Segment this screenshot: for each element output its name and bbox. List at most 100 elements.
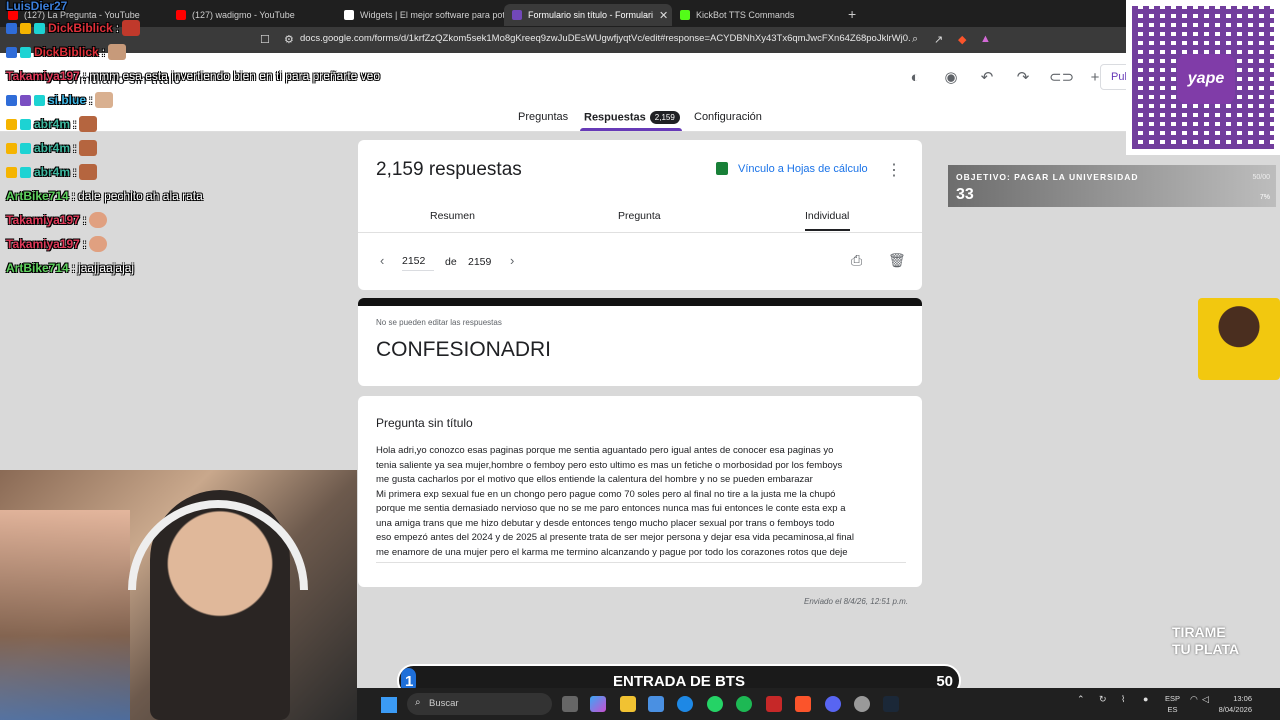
undo-icon[interactable]: ↶	[977, 68, 997, 88]
headset	[128, 500, 308, 590]
chat-message: DickBiblick:	[6, 42, 127, 62]
pager-of-label: de	[445, 256, 457, 268]
subtab-resumen[interactable]: Resumen	[430, 210, 475, 222]
badge-icon	[6, 22, 17, 34]
spotify-icon[interactable]	[736, 696, 752, 712]
response-header-card: No se pueden editar las respuestas CONFE…	[358, 298, 922, 386]
chat-message: abr4m:	[6, 138, 98, 158]
brave-icon[interactable]	[795, 696, 811, 712]
rewards-icon[interactable]: ▲	[980, 33, 991, 45]
task-view-icon[interactable]	[562, 696, 578, 712]
answer-text: Hola adri,yo conozco esas paginas porque…	[376, 444, 906, 563]
donation-callout: TIRAME TU PLATA	[1172, 624, 1240, 657]
copilot-icon[interactable]	[590, 696, 606, 712]
tab-configuracion[interactable]: Configuración	[694, 111, 762, 123]
emote-icon	[79, 116, 98, 132]
chat-message: LuisDier27	[6, 0, 68, 13]
browser-tab[interactable]: (127) wadigmo - YouTube	[168, 4, 336, 26]
response-view-tabs: Resumen Pregunta Individual	[358, 208, 922, 232]
store-icon[interactable]	[648, 696, 664, 712]
print-icon[interactable]: ⎙	[851, 252, 862, 269]
volume-icon[interactable]: ◁	[1202, 694, 1209, 705]
not-editable-notice: No se pueden editar las respuestas	[376, 318, 502, 327]
chevron-left-icon[interactable]: ‹	[380, 253, 384, 268]
language-indicator[interactable]: ESP ES	[1165, 693, 1180, 715]
share-icon[interactable]: ↗	[934, 33, 943, 46]
tab-respuestas[interactable]: Respuestas 2,159	[584, 111, 680, 124]
edge-icon[interactable]	[677, 696, 693, 712]
site-info-icon[interactable]: ⚙	[284, 33, 294, 46]
responses-count: 2,159 respuestas	[376, 159, 522, 180]
obs-icon[interactable]	[854, 696, 870, 712]
app-icon[interactable]	[766, 696, 782, 712]
link-icon[interactable]: ⊂⊃	[1049, 68, 1074, 88]
chevron-up-icon[interactable]: ⌃	[1077, 694, 1085, 705]
question-title: Pregunta sin título	[376, 416, 473, 430]
palette-icon[interactable]: ◐	[905, 68, 925, 88]
yape-logo: yape	[1177, 54, 1235, 104]
emote-icon	[79, 140, 98, 156]
active-subtab-indicator	[805, 229, 850, 231]
taskbar-search[interactable]: ⌕ Buscar	[407, 693, 552, 715]
badge-icon	[34, 94, 45, 106]
chat-message: abr4m:	[6, 162, 98, 182]
preview-eye-icon[interactable]: ◉	[941, 68, 961, 88]
goal-widget: OBJETIVO: PAGAR LA UNIVERSIDAD 33 50/00 …	[948, 165, 1276, 207]
steam-icon[interactable]	[883, 696, 899, 712]
submitted-timestamp: Enviado el 8/4/26, 12:51 p.m.	[804, 597, 909, 606]
browser-tab[interactable]: Widgets | El mejor software para pot	[336, 4, 504, 26]
file-explorer-icon[interactable]	[620, 696, 636, 712]
emote-icon	[122, 20, 141, 36]
webcam-feed	[0, 470, 357, 720]
chat-message: DickBiblick:	[6, 18, 141, 38]
wifi-icon[interactable]: ◠	[1190, 694, 1198, 705]
badge-icon	[34, 22, 45, 34]
badge-icon	[20, 46, 31, 58]
bookmark-icon[interactable]: ☐	[260, 33, 270, 46]
chat-message: Takamiya197:	[6, 210, 108, 230]
search-icon: ⌕	[415, 697, 421, 708]
whatsapp-icon[interactable]	[707, 696, 723, 712]
qr-pattern: yape	[1132, 6, 1274, 149]
link-to-sheets-button[interactable]: Vínculo a Hojas de cálculo	[716, 162, 868, 175]
tab-preguntas[interactable]: Preguntas	[518, 111, 568, 123]
badge-icon	[6, 142, 17, 154]
chat-message: Takamiya197:	[6, 234, 108, 254]
subtab-pregunta[interactable]: Pregunta	[618, 210, 661, 222]
subtab-individual[interactable]: Individual	[805, 210, 849, 222]
browser-tab[interactable]: KickBot TTS Commands	[672, 4, 840, 26]
sync-icon[interactable]: ↻	[1099, 694, 1107, 705]
header-actions: ◐ ◉ ↶ ↷ ⊂⊃ +	[905, 68, 1105, 88]
emote-icon	[89, 212, 108, 228]
zoom-icon[interactable]: ⌕	[912, 33, 918, 46]
network-icon[interactable]: ⌇	[1121, 694, 1125, 705]
close-icon[interactable]: ✕	[659, 9, 668, 22]
chat-message: ArtBike714: jaajjaajajaj	[6, 261, 135, 275]
chat-message: ArtBike714: dale pechito ah ala rata	[6, 189, 203, 203]
badge-icon	[20, 94, 31, 106]
windows-start-icon[interactable]	[381, 697, 397, 713]
system-clock[interactable]: 13:06 8/04/2026	[1212, 693, 1252, 715]
responses-count-badge: 2,159	[649, 111, 680, 124]
microphone-icon[interactable]: ●	[1143, 694, 1148, 704]
new-tab-button[interactable]: +	[848, 6, 856, 22]
kickbot-icon	[680, 10, 690, 20]
badge-icon	[20, 118, 31, 130]
response-number-input[interactable]: 2152	[402, 255, 434, 271]
forms-icon	[512, 10, 522, 20]
address-bar: ☐ ⚙ docs.google.com/forms/d/1krfZzQZkom5…	[0, 27, 1280, 53]
url-field[interactable]: docs.google.com/forms/d/1krfZzQZkom5sek1…	[300, 33, 910, 44]
emote-icon	[89, 236, 108, 252]
brave-shield-icon[interactable]: ◆	[958, 33, 966, 46]
badge-icon	[6, 118, 17, 130]
more-options-icon[interactable]: ⋮	[886, 160, 902, 180]
yape-qr-code: yape	[1126, 0, 1280, 155]
discord-icon[interactable]	[825, 696, 841, 712]
browser-tab-active[interactable]: Formulario sin título - Formulari ✕	[504, 4, 672, 26]
response-name: CONFESIONADRI	[376, 338, 552, 361]
redo-icon[interactable]: ↷	[1013, 68, 1033, 88]
goal-value: 33	[956, 186, 974, 203]
background-shelf	[0, 510, 130, 720]
chevron-right-icon[interactable]: ›	[510, 253, 514, 268]
trash-icon[interactable]: 🗑	[888, 252, 906, 269]
